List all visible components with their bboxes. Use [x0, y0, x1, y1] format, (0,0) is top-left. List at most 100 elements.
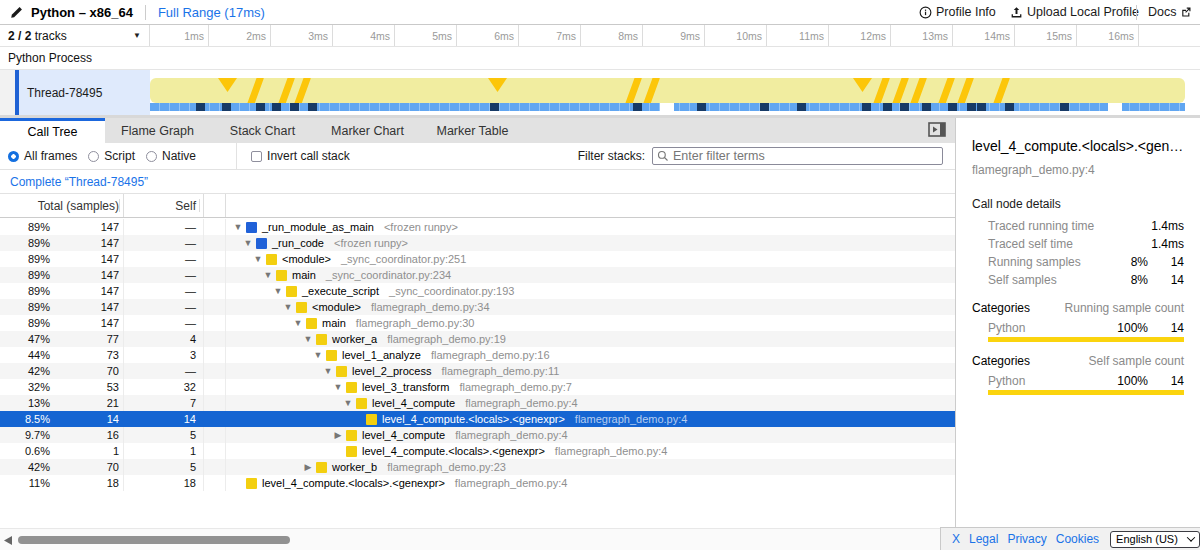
sidebar-toggle-icon[interactable] [928, 122, 946, 138]
sample-dark-mark [900, 103, 909, 111]
column-self[interactable]: Self [124, 194, 204, 217]
function-name: level_4_compute [362, 427, 445, 443]
ruler-tick: 3ms [271, 25, 333, 46]
edit-profile-name-icon[interactable] [10, 6, 23, 19]
call-tree-header: Total (samples) Self [0, 194, 955, 218]
call-tree-row[interactable]: 89%147—▼_execute_script_sync_coordinator… [0, 283, 955, 299]
detail-row: Traced running time1.4ms [988, 217, 1184, 235]
expand-open-icon[interactable]: ▼ [252, 251, 264, 267]
thread-track-graph[interactable] [150, 70, 1185, 115]
category-square-yellow [286, 286, 297, 297]
expand-open-icon[interactable]: ▼ [342, 395, 354, 411]
column-icon [204, 194, 226, 217]
tab-marker-table[interactable]: Marker Table [420, 118, 525, 143]
sample-dark-mark [948, 103, 957, 111]
detail-row: Self samples8%14 [988, 271, 1184, 289]
category-square-yellow [346, 446, 357, 457]
samples-strip [150, 103, 1185, 111]
breadcrumb-root[interactable]: Complete “Thread-78495” [10, 175, 148, 189]
expand-open-icon[interactable]: ▼ [312, 347, 324, 363]
expand-closed-icon[interactable]: ▶ [332, 427, 344, 443]
expand-open-icon[interactable]: ▼ [282, 299, 294, 315]
sample-dark-mark [697, 103, 706, 111]
call-tree-row[interactable]: 9.7%165▶level_4_computeflamegraph_demo.p… [0, 427, 955, 443]
panel-tabbar: Call TreeFlame GraphStack ChartMarker Ch… [0, 118, 955, 143]
breadcrumb: Complete “Thread-78495” [0, 170, 955, 194]
source-location: flamegraph_demo.py:4 [575, 411, 688, 427]
radio-native[interactable] [146, 151, 157, 162]
function-name: level_2_process [352, 363, 432, 379]
call-tree-row[interactable]: 13%217▼level_4_computeflamegraph_demo.py… [0, 395, 955, 411]
function-name: _execute_script [302, 283, 379, 299]
profile-info-button[interactable]: Profile Info [919, 0, 996, 24]
expand-open-icon[interactable]: ▼ [262, 267, 274, 283]
sample-dark-mark [290, 103, 299, 111]
full-range-link[interactable]: Full Range (17ms) [158, 5, 265, 20]
footer-bar: X Legal Privacy Cookies English (US) [940, 527, 1200, 550]
call-tree-row[interactable]: 44%733▼level_1_analyzeflamegraph_demo.py… [0, 347, 955, 363]
call-tree-row[interactable]: 89%147—▼_run_code<frozen runpy> [0, 235, 955, 251]
expand-open-icon[interactable]: ▼ [242, 235, 254, 251]
tab-call-tree[interactable]: Call Tree [0, 118, 105, 143]
call-tree-row[interactable]: 47%774▼worker_aflamegraph_demo.py:19 [0, 331, 955, 347]
call-tree-row[interactable]: 89%147—▼<module>flamegraph_demo.py:34 [0, 299, 955, 315]
external-link-icon [1180, 6, 1192, 18]
call-tree-row[interactable]: 0.6%11level_4_compute.<locals>.<genexpr>… [0, 443, 955, 459]
sample-gap [660, 103, 674, 111]
category-square-yellow [276, 270, 287, 281]
jank-marker-icon [218, 78, 237, 92]
tab-flame-graph[interactable]: Flame Graph [105, 118, 210, 143]
docs-link[interactable]: Docs [1148, 0, 1192, 24]
thread-track-label[interactable]: Thread-78495 [0, 70, 150, 115]
column-total[interactable]: Total (samples) [0, 194, 124, 217]
scroll-left-arrow[interactable] [4, 536, 12, 545]
footer-link-cookies[interactable]: Cookies [1056, 532, 1099, 546]
source-location: flamegraph_demo.py:16 [431, 347, 550, 363]
scrollbar-thumb[interactable] [18, 536, 290, 544]
footer-link-privacy[interactable]: Privacy [1007, 532, 1046, 546]
call-tree-row[interactable]: 8.5%1414level_4_compute.<locals>.<genexp… [0, 411, 955, 427]
filter-stacks-input[interactable]: Enter filter terms [652, 147, 943, 165]
sample-dark-mark [222, 103, 231, 111]
ruler-tick: 5ms [395, 25, 457, 46]
radio-script[interactable] [88, 151, 99, 162]
footer-link-legal[interactable]: Legal [969, 532, 998, 546]
call-tree-row[interactable]: 11%1818level_4_compute.<locals>.<genexpr… [0, 475, 955, 491]
expand-open-icon[interactable]: ▼ [232, 219, 244, 235]
call-tree-row[interactable]: 89%147—▼_run_module_as_main<frozen runpy… [0, 219, 955, 235]
detail-row: Running samples8%14 [988, 253, 1184, 271]
chevron-down-icon: ▼ [133, 31, 141, 40]
call-tree-row[interactable]: 32%5332▼level_3_transformflamegraph_demo… [0, 379, 955, 395]
horizontal-scrollbar [0, 528, 955, 550]
expand-closed-icon[interactable]: ▶ [302, 459, 314, 475]
expand-open-icon[interactable]: ▼ [322, 363, 334, 379]
invert-call-stack-checkbox[interactable] [251, 151, 262, 162]
call-tree-row[interactable]: 89%147—▼mainflamegraph_demo.py:30 [0, 315, 955, 331]
call-tree-row[interactable]: 89%147—▼main_sync_coordinator.py:234 [0, 267, 955, 283]
thread-track: Thread-78495 [0, 70, 1200, 115]
source-location: flamegraph_demo.py:4 [465, 395, 578, 411]
function-name: worker_a [332, 331, 377, 347]
tracks-dropdown[interactable]: 2 / 2 tracks ▼ [0, 25, 150, 46]
upload-profile-button[interactable]: Upload Local Profile [1010, 0, 1139, 24]
tab-marker-chart[interactable]: Marker Chart [315, 118, 420, 143]
process-track-label[interactable]: Python Process [0, 47, 1200, 70]
expand-open-icon[interactable]: ▼ [302, 331, 314, 347]
call-tree-row[interactable]: 42%70—▼level_2_processflamegraph_demo.py… [0, 363, 955, 379]
ruler-tick: 9ms [643, 25, 705, 46]
expand-open-icon[interactable]: ▼ [332, 379, 344, 395]
radio-all-frames[interactable] [8, 151, 19, 162]
expand-open-icon[interactable]: ▼ [292, 315, 304, 331]
tab-stack-chart[interactable]: Stack Chart [210, 118, 315, 143]
category-bar [988, 390, 1184, 395]
call-tree-row[interactable]: 89%147—▼<module>_sync_coordinator.py:251 [0, 251, 955, 267]
sidebar: level_4_compute.<locals>.<genexpr> flame… [955, 118, 1200, 550]
footer-link-x[interactable]: X [952, 532, 960, 546]
source-location: flamegraph_demo.py:23 [387, 459, 506, 475]
call-tree-row[interactable]: 42%705▶worker_bflamegraph_demo.py:23 [0, 459, 955, 475]
source-location: flamegraph_demo.py:4 [455, 475, 568, 491]
call-node-details-heading: Call node details [972, 197, 1184, 211]
function-name: _run_code [272, 235, 324, 251]
expand-open-icon[interactable]: ▼ [272, 283, 284, 299]
language-select[interactable]: English (US) [1110, 531, 1200, 548]
